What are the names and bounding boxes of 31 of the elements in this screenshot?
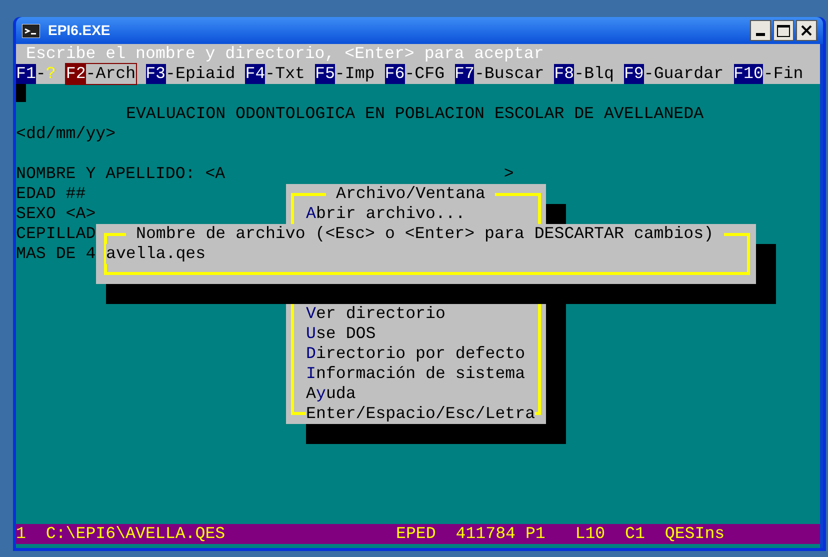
minimize-button[interactable] — [750, 20, 771, 41]
maximize-icon — [777, 24, 790, 36]
text-cursor — [16, 84, 26, 102]
menu-item[interactable]: Directorio por defecto — [306, 344, 526, 364]
close-icon — [801, 25, 812, 36]
menu-hint: Enter/Espacio/Esc/Letra — [306, 404, 536, 424]
maximize-button[interactable] — [773, 20, 794, 41]
date-field: <dd/mm/yy> — [16, 124, 116, 143]
function-key[interactable]: F3-Epiaid — [146, 64, 236, 84]
form-title: EVALUACION ODONTOLOGICA EN POBLACION ESCOLAR DE AVELLANEDA — [126, 104, 704, 123]
function-key[interactable]: F9-Guardar — [624, 64, 724, 84]
close-button[interactable] — [796, 20, 817, 41]
status-info: EPED 411784 P1 L10 C1 QESIns — [396, 524, 725, 544]
form-field-label: CEPILLAD — [16, 224, 96, 243]
form-field-label: MAS DE 4 — [16, 244, 96, 263]
function-key[interactable]: F5-Imp — [315, 64, 375, 84]
function-key[interactable]: F6-CFG — [384, 64, 445, 84]
prompt-text: Escribe el nombre y directorio, <Enter> para aceptar — [26, 44, 544, 63]
console-icon — [22, 24, 40, 38]
function-key[interactable]: F8-Blq — [554, 64, 614, 84]
function-key[interactable]: F7-Buscar — [454, 64, 544, 84]
status-path: 1 C:\EPI6\AVELLA.QES — [16, 524, 226, 544]
window-title: EPI6.EXE — [48, 21, 110, 40]
form-field-label: EDAD ## — [16, 184, 86, 203]
function-key[interactable]: F10-Fin — [734, 64, 804, 84]
minimize-icon — [756, 33, 765, 36]
dialog-title: Nombre de archivo (<Esc> o <Enter> para DESCARTAR cambios) — [126, 224, 724, 244]
function-key[interactable]: F2-Arch — [66, 64, 136, 84]
form-field-label: SEXO <A> — [16, 204, 96, 223]
function-key[interactable]: F4-Txt — [245, 64, 305, 84]
form-field-label: NOMBRE Y APELLIDO: <A > — [16, 164, 514, 183]
